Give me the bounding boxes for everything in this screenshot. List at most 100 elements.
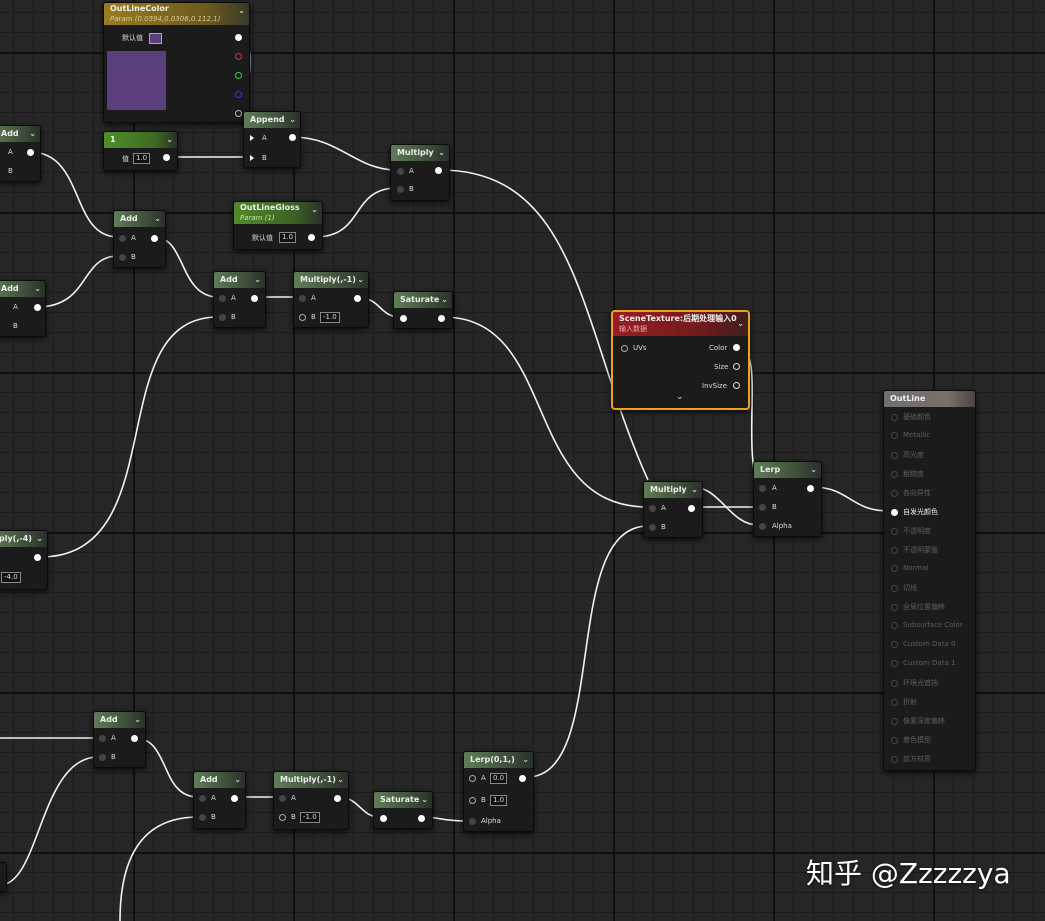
output-pin-size[interactable] [733, 363, 740, 370]
output-pin-a[interactable] [235, 110, 242, 117]
output-pin[interactable] [435, 167, 442, 174]
multiply-neg1-node-bottom[interactable]: Multiply(,-1) ⌄ A B -1.0 [273, 771, 349, 830]
value-field[interactable]: 1.0 [133, 153, 151, 164]
value-field[interactable]: -4.0 [1, 572, 21, 583]
material-pin[interactable]: 各向异性 [891, 488, 931, 498]
input-pin-b[interactable] [119, 254, 126, 261]
output-pin[interactable] [418, 815, 425, 822]
output-pin[interactable] [334, 795, 341, 802]
outline-gloss-node[interactable]: OutLineGloss Param (1) ⌄ 默认值 1.0 [233, 201, 323, 250]
constant-node[interactable]: 1 ⌄ 值 1.0 [103, 131, 178, 171]
material-pin[interactable]: Normal [891, 564, 928, 572]
chevron-down-icon[interactable]: ⌄ [421, 792, 428, 808]
output-pin-rgb[interactable] [235, 34, 242, 41]
input-pin-a[interactable] [759, 485, 766, 492]
chevron-down-icon[interactable]: ⌄ [810, 462, 817, 478]
chevron-down-icon[interactable]: ⌄ [337, 772, 344, 788]
input-pin-alpha[interactable] [759, 523, 766, 530]
output-pin-r[interactable] [235, 53, 242, 60]
input-pin-a[interactable] [199, 795, 206, 802]
add-node-bottom-1[interactable]: Add ⌄ A B [93, 711, 146, 768]
b-value-field[interactable]: 1.0 [490, 795, 508, 806]
chevron-down-icon[interactable]: ⌄ [311, 202, 318, 218]
input-pin-b[interactable] [219, 314, 226, 321]
add-node-mid-1[interactable]: Add ⌄ A B [113, 210, 166, 268]
material-pin[interactable]: Subsurface Color [891, 621, 963, 629]
input-pin[interactable] [380, 815, 387, 822]
output-pin[interactable] [251, 295, 258, 302]
material-pin[interactable]: 高光度 [891, 450, 924, 460]
b-value-field[interactable]: -1.0 [300, 812, 320, 823]
chevron-down-icon[interactable]: ⌄ [357, 272, 364, 288]
lerp01-node[interactable]: Lerp(0,1,) ⌄ A 0.0 B 1.0 Alpha [463, 751, 534, 832]
chevron-down-icon[interactable]: ⌄ [691, 482, 698, 498]
chevron-down-icon[interactable]: ⌄ [134, 712, 141, 728]
chevron-down-icon[interactable]: ⌄ [34, 281, 41, 297]
input-pin-b[interactable] [99, 754, 106, 761]
input-pin-b[interactable] [649, 524, 656, 531]
output-pin-color[interactable] [733, 344, 740, 351]
material-pin[interactable]: Custom Data 1 [891, 659, 955, 667]
output-pin[interactable] [163, 154, 170, 161]
input-pin-a[interactable] [397, 168, 404, 175]
material-pin[interactable]: 前方材质 [891, 754, 931, 764]
input-pin-b[interactable] [299, 314, 306, 321]
material-pin-emissive[interactable]: 自发光颜色 [891, 507, 938, 517]
input-pin-b[interactable] [469, 797, 476, 804]
add-node-bottom-2[interactable]: Add ⌄ A B [193, 771, 246, 829]
input-pin-a[interactable] [250, 135, 254, 141]
saturate-node-bottom[interactable]: Saturate ⌄ [373, 791, 433, 829]
output-pin[interactable] [438, 315, 445, 322]
input-pin-b[interactable] [279, 814, 286, 821]
multiply-neg1-node-top[interactable]: Multiply(,-1) ⌄ A B -1.0 [293, 271, 369, 328]
add-node-left-1[interactable]: Add ⌄ A B [0, 125, 41, 182]
material-pin[interactable]: 折射 [891, 697, 917, 707]
material-pin[interactable]: 粗糙度 [891, 469, 924, 479]
b-value-field[interactable]: -1.0 [320, 312, 340, 323]
expand-chevron-icon[interactable]: ⌄ [676, 392, 684, 402]
input-pin-a[interactable] [119, 235, 126, 242]
chevron-down-icon[interactable]: ⌄ [441, 292, 448, 308]
input-pin-alpha[interactable] [469, 818, 476, 825]
chevron-down-icon[interactable]: ⌄ [234, 772, 241, 788]
chevron-down-icon[interactable]: ⌄ [737, 316, 744, 332]
chevron-down-icon[interactable]: ⌄ [522, 752, 529, 768]
output-pin[interactable] [289, 134, 296, 141]
value-field[interactable]: 1.0 [279, 232, 297, 243]
input-pin-a[interactable] [649, 505, 656, 512]
output-pin[interactable] [231, 795, 238, 802]
output-pin[interactable] [308, 234, 315, 241]
chevron-down-icon[interactable]: ⌄ [254, 272, 261, 288]
add-node-left-2[interactable]: Add ⌄ A B [0, 280, 46, 337]
input-pin-a[interactable] [99, 735, 106, 742]
material-pin[interactable]: 基础颜色 [891, 412, 931, 422]
material-pin[interactable]: 全局位置偏移 [891, 602, 945, 612]
input-pin-b[interactable] [250, 155, 254, 161]
multiply-neg4-node[interactable]: ply(,-4) ⌄ -4.0 [0, 530, 48, 590]
output-pin-g[interactable] [235, 72, 242, 79]
multiply-node-mid[interactable]: Multiply ⌄ A B [643, 481, 703, 538]
input-pin-a[interactable] [469, 775, 476, 782]
input-pin-b[interactable] [199, 814, 206, 821]
material-pin[interactable]: Metallic [891, 431, 930, 439]
output-pin[interactable] [688, 505, 695, 512]
material-pin[interactable]: 着色模型 [891, 735, 931, 745]
chevron-down-icon[interactable]: ⌄ [238, 3, 245, 19]
chevron-down-icon[interactable]: ⌄ [29, 126, 36, 142]
add-node-mid-2[interactable]: Add ⌄ A B [213, 271, 266, 328]
output-pin[interactable] [151, 235, 158, 242]
lerp-node[interactable]: Lerp ⌄ A B Alpha [753, 461, 822, 537]
partial-node[interactable] [0, 862, 7, 892]
output-pin[interactable] [27, 149, 34, 156]
chevron-down-icon[interactable]: ⌄ [154, 211, 161, 227]
scene-texture-node[interactable]: SceneTexture:后期处理输入0 输入数据 ⌄ UVs Color Si… [611, 310, 750, 410]
multiply-node-top[interactable]: Multiply ⌄ A B [390, 144, 450, 201]
saturate-node-top[interactable]: Saturate ⌄ [393, 291, 453, 329]
material-pin[interactable]: 环境光遮挡 [891, 678, 938, 688]
output-pin[interactable] [354, 295, 361, 302]
input-pin-b[interactable] [759, 504, 766, 511]
chevron-down-icon[interactable]: ⌄ [166, 132, 173, 148]
material-pin[interactable]: 像素深度偏移 [891, 716, 945, 726]
output-pin[interactable] [34, 304, 41, 311]
material-pin[interactable]: 不透明蒙版 [891, 545, 938, 555]
